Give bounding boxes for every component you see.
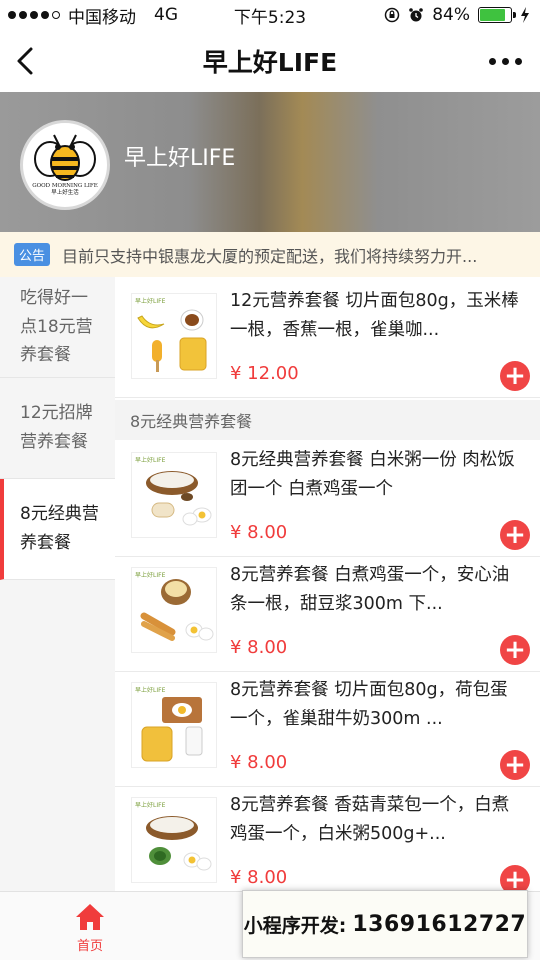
item-title: 12元营养套餐 切片面包80g，玉米棒一根，香蕉一根，雀巢咖...	[230, 291, 519, 340]
shop-name: 早上好LIFE	[124, 146, 236, 171]
alarm-icon	[409, 8, 424, 22]
overlay-label: 小程序开发:	[243, 914, 347, 937]
navigation-bar: 早上好LIFE	[0, 30, 540, 92]
list-item[interactable]: 早上好LIFE 12元营养套餐 切片面包80g，玉米棒一根，香蕉一根，雀巢咖..…	[115, 283, 540, 398]
section-header: 8元经典营养套餐	[115, 400, 540, 440]
add-to-cart-button[interactable]: +	[500, 865, 530, 891]
bread-egg-milk-image: 早上好LIFE	[131, 682, 217, 768]
overlay-phone: 13691612727	[352, 911, 527, 937]
item-price: ¥ 8.00	[230, 522, 288, 543]
porridge-bun-egg-image: 早上好LIFE	[131, 797, 217, 883]
tab-home[interactable]: 首页	[70, 902, 110, 954]
add-to-cart-button[interactable]: +	[500, 520, 530, 550]
add-to-cart-button[interactable]: +	[500, 361, 530, 391]
logo-caption: GOOD MORNING LIFE 早上好生活	[32, 183, 98, 196]
item-title: 8元经典营养套餐 白米粥一份 肉松饭团一个 白煮鸡蛋一个	[230, 450, 515, 499]
list-item[interactable]: 早上好LIFE 8元营养套餐 香菇青菜包一个，白煮鸡蛋一个，白米粥500g+..…	[115, 787, 540, 891]
soymilk-youtiao-egg-image: 早上好LIFE	[131, 567, 217, 653]
tab-home-label: 首页	[76, 939, 103, 954]
item-price: ¥ 8.00	[230, 752, 288, 773]
shop-logo: GOOD MORNING LIFE 早上好生活	[20, 120, 110, 210]
product-list: 早上好LIFE 12元营养套餐 切片面包80g，玉米棒一根，香蕉一根，雀巢咖..…	[115, 277, 540, 891]
list-item[interactable]: 早上好LIFE 8元营养套餐 切片面包80g，荷包蛋一个，雀巢甜牛奶300m .…	[115, 672, 540, 787]
network-type: 4G	[154, 5, 178, 25]
list-item[interactable]: 早上好LIFE 8元营养套餐 白煮鸡蛋一个，安心油条一根，甜豆浆300m 下..…	[115, 557, 540, 672]
category-item-12-yuan[interactable]: 12元招牌营养套餐	[0, 378, 115, 479]
banana-coffee-corn-bread-image: 早上好LIFE	[131, 293, 217, 379]
rotation-lock-icon	[384, 7, 400, 23]
porridge-riceball-egg-image: 早上好LIFE	[131, 452, 217, 538]
category-sidebar: 吃得好一点18元营养套餐 12元招牌营养套餐 8元经典营养套餐	[0, 277, 115, 891]
announcement-bar[interactable]: 公告 目前只支持中银惠龙大厦的预定配送，我们将持续努力开...	[0, 232, 540, 277]
item-price: ¥ 8.00	[230, 637, 288, 658]
battery-percent: 84%	[432, 5, 470, 25]
add-to-cart-button[interactable]: +	[500, 635, 530, 665]
list-item[interactable]: 早上好LIFE 8元经典营养套餐 白米粥一份 肉松饭团一个 白煮鸡蛋一个 ¥ 8…	[115, 442, 540, 557]
item-price: ¥ 8.00	[230, 867, 288, 888]
add-to-cart-button[interactable]: +	[500, 750, 530, 780]
carrier-name: 中国移动	[68, 7, 136, 28]
signal-strength-icon	[8, 11, 60, 19]
shop-banner: GOOD MORNING LIFE 早上好生活 早上好LIFE	[0, 92, 540, 232]
announcement-text: 目前只支持中银惠龙大厦的预定配送，我们将持续努力开...	[62, 246, 478, 266]
announcement-tag: 公告	[14, 243, 51, 266]
item-title: 8元营养套餐 白煮鸡蛋一个，安心油条一根，甜豆浆300m 下...	[230, 565, 510, 614]
more-options-icon[interactable]	[489, 58, 522, 65]
home-icon	[76, 904, 104, 930]
charging-bolt-icon	[521, 7, 529, 23]
developer-contact-overlay: 小程序开发: 13691612727	[242, 890, 528, 958]
back-arrow-icon[interactable]	[12, 46, 42, 76]
page-title: 早上好LIFE	[202, 48, 338, 77]
item-title: 8元营养套餐 切片面包80g，荷包蛋一个，雀巢甜牛奶300m ...	[230, 680, 508, 729]
category-item-8-yuan[interactable]: 8元经典营养套餐	[0, 479, 115, 580]
item-title: 8元营养套餐 香菇青菜包一个，白煮鸡蛋一个，白米粥500g+...	[230, 795, 510, 844]
status-bar: 中国移动 4G 下午5:23 84%	[0, 0, 540, 30]
category-item-18-yuan[interactable]: 吃得好一点18元营养套餐	[0, 277, 115, 378]
item-price: ¥ 12.00	[230, 363, 299, 384]
clock: 下午5:23	[233, 7, 307, 28]
battery-icon	[478, 7, 516, 23]
bee-logo-icon	[34, 134, 96, 182]
